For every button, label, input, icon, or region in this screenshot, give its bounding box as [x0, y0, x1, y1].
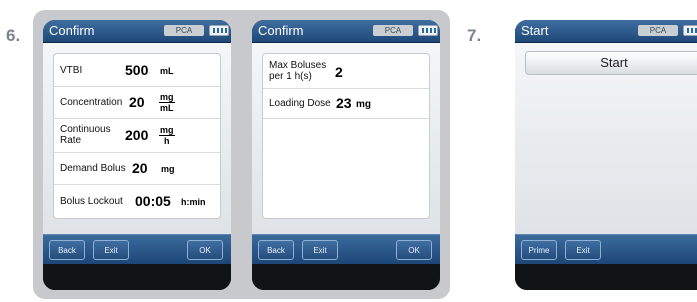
- concentration-value: 20: [129, 94, 145, 110]
- start-screen: Start PCA Start Prime Exit: [515, 20, 697, 290]
- ok-button[interactable]: OK: [187, 240, 223, 260]
- continuous-rate-value: 200: [125, 127, 149, 143]
- prime-button[interactable]: Prime: [521, 240, 557, 260]
- screen-title: Confirm: [258, 23, 304, 38]
- bolus-lockout-row[interactable]: Bolus Lockout 00:05 h:min: [54, 184, 220, 218]
- device-bottom-bezel: [515, 264, 697, 290]
- loading-dose-unit: mg: [356, 99, 371, 110]
- bottom-toolbar: Prime Exit: [515, 234, 697, 265]
- step-number-6: 6.: [6, 26, 21, 45]
- bolus-lockout-label: Bolus Lockout: [60, 196, 123, 207]
- exit-button[interactable]: Exit: [93, 240, 129, 260]
- title-bar: Start PCA: [515, 20, 697, 43]
- continuous-rate-row[interactable]: Continuous Rate 200 mg h: [54, 118, 220, 153]
- mode-badge: PCA: [638, 25, 678, 36]
- confirm-screen-2: Confirm PCA Max Boluses per 1 h(s) 2 Loa…: [252, 20, 440, 290]
- vtbi-unit: mL: [160, 66, 174, 76]
- title-bar: Confirm PCA: [252, 20, 440, 43]
- concentration-unit: mg mL: [159, 92, 175, 113]
- mode-badge: PCA: [164, 25, 204, 36]
- screen-title: Confirm: [49, 23, 95, 38]
- start-button[interactable]: Start: [525, 51, 697, 75]
- step-number-7: 7.: [467, 26, 482, 45]
- back-button[interactable]: Back: [49, 240, 85, 260]
- demand-bolus-row[interactable]: Demand Bolus 20 mg: [54, 152, 220, 185]
- bottom-toolbar: Back Exit OK: [252, 234, 440, 265]
- settings-panel: Max Boluses per 1 h(s) 2 Loading Dose 23…: [262, 53, 430, 219]
- confirm-screen-1: Confirm PCA VTBI 500 mL Concentration 20…: [43, 20, 231, 290]
- screen-content: Max Boluses per 1 h(s) 2 Loading Dose 23…: [252, 43, 440, 234]
- demand-bolus-value: 20: [132, 160, 148, 176]
- bottom-toolbar: Back Exit OK: [43, 234, 231, 265]
- title-bar: Confirm PCA: [43, 20, 231, 43]
- max-boluses-value: 2: [335, 64, 343, 80]
- concentration-row[interactable]: Concentration 20 mg mL: [54, 86, 220, 119]
- back-button[interactable]: Back: [258, 240, 294, 260]
- bolus-lockout-unit: h:min: [181, 197, 206, 207]
- continuous-rate-unit: mg h: [159, 125, 175, 146]
- battery-icon: [209, 25, 229, 36]
- demand-bolus-unit: mg: [161, 164, 175, 174]
- exit-button[interactable]: Exit: [565, 240, 601, 260]
- vtbi-row[interactable]: VTBI 500 mL: [54, 54, 220, 87]
- vtbi-label: VTBI: [60, 65, 83, 76]
- loading-dose-label: Loading Dose: [269, 98, 331, 109]
- exit-button[interactable]: Exit: [302, 240, 338, 260]
- battery-icon: [418, 25, 438, 36]
- demand-bolus-label: Demand Bolus: [60, 163, 126, 174]
- settings-panel: VTBI 500 mL Concentration 20 mg mL Conti…: [53, 53, 221, 219]
- ok-button[interactable]: OK: [396, 240, 432, 260]
- device-bottom-bezel: [43, 264, 231, 290]
- loading-dose-value: 23: [336, 95, 352, 111]
- bolus-lockout-value: 00:05: [135, 193, 171, 209]
- mode-badge: PCA: [373, 25, 413, 36]
- concentration-label: Concentration: [60, 97, 123, 108]
- screen-content: VTBI 500 mL Concentration 20 mg mL Conti…: [43, 43, 231, 234]
- loading-dose-row[interactable]: Loading Dose 23 mg: [263, 88, 429, 119]
- vtbi-value: 500: [125, 62, 149, 78]
- max-boluses-label: Max Boluses per 1 h(s): [269, 60, 327, 82]
- device-bottom-bezel: [252, 264, 440, 290]
- battery-icon: [683, 25, 697, 36]
- max-boluses-row[interactable]: Max Boluses per 1 h(s) 2: [263, 54, 429, 89]
- continuous-rate-label: Continuous Rate: [60, 124, 111, 146]
- screen-content: Start: [515, 43, 697, 234]
- screen-title: Start: [521, 23, 549, 38]
